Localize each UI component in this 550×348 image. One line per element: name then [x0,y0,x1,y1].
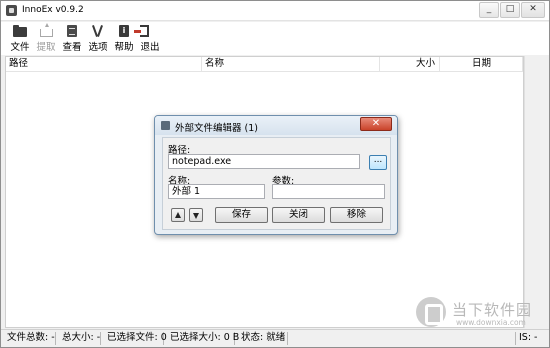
path-input[interactable]: notepad.exe [168,154,360,169]
browse-button[interactable]: ... [369,155,387,170]
window-title: InnoEx v0.9.2 [22,5,84,15]
toolbar-options-label: 选项 [88,42,108,53]
status-file-count: 文件总数: - [4,332,56,345]
status-is: IS: - [515,332,545,345]
params-input[interactable] [272,184,385,199]
exit-icon [134,25,149,37]
name-input[interactable]: 外部 1 [168,184,265,199]
dialog-body: 路径: notepad.exe ... 名称: 外部 1 参数: 保存 关闭 移… [162,137,391,230]
minimize-button[interactable]: _ [479,2,499,18]
options-icon [92,25,104,37]
status-state: 状态: 就绪 [238,332,288,345]
status-bar: 文件总数: - 总大小: - 已选择文件: 0 已选择大小: 0 B 状态: 就… [1,329,549,347]
dialog-title: 外部文件编辑器 (1) [175,123,258,134]
remove-button[interactable]: 移除 [330,207,383,223]
toolbar-file-button[interactable]: 文件 [7,25,33,53]
external-file-editor-dialog: 外部文件编辑器 (1) ✕ 路径: notepad.exe ... 名称: 外部… [154,115,398,235]
column-header-size[interactable]: 大小 [380,57,440,72]
toolbar-view-button[interactable]: 查看 [59,25,85,53]
vertical-scrollbar[interactable] [524,56,545,328]
status-selected-files: 已选择文件: 0 [104,332,167,345]
status-selected-size: 已选择大小: 0 B [167,332,239,345]
app-window: InnoEx v0.9.2 _ □ ✕ 文件 提取 查看 选项 i 帮助 退出 … [0,0,550,348]
column-header-path[interactable]: 路径 [6,57,202,72]
watermark-logo [416,297,446,327]
toolbar-options-button[interactable]: 选项 [85,25,111,53]
dialog-title-bar[interactable]: 外部文件编辑器 (1) ✕ [155,116,397,135]
column-header-date[interactable]: 日期 [440,57,523,72]
watermark-text: 当下软件园 [452,301,533,319]
toolbar-extract-label: 提取 [36,42,56,53]
toolbar-exit-button[interactable]: 退出 [134,25,163,53]
dialog-app-icon [161,121,170,130]
column-header-name[interactable]: 名称 [202,57,380,72]
extract-icon [39,23,53,37]
toolbar-exit-label: 退出 [140,42,160,53]
view-icon [67,25,77,37]
move-down-button[interactable] [189,208,203,222]
maximize-button[interactable]: □ [500,2,520,18]
list-header: 路径 名称 大小 日期 [6,57,523,72]
folder-icon [13,25,27,37]
save-button[interactable]: 保存 [215,207,268,223]
title-bar[interactable]: InnoEx v0.9.2 _ □ ✕ [1,1,549,21]
toolbar-extract-button[interactable]: 提取 [33,23,59,53]
status-total-size: 总大小: - [59,332,101,345]
toolbar-file-label: 文件 [10,42,30,53]
dialog-close-button[interactable]: ✕ [360,117,392,131]
toolbar-view-label: 查看 [62,42,82,53]
app-icon [6,5,17,16]
watermark-url: www.downxia.com [456,318,526,327]
toolbar: 文件 提取 查看 选项 i 帮助 退出 [1,22,549,55]
close-button[interactable]: ✕ [521,2,545,18]
toolbar-help-label: 帮助 [114,42,134,53]
dialog-close-action-button[interactable]: 关闭 [272,207,325,223]
move-up-button[interactable] [171,208,185,222]
help-icon: i [119,25,129,37]
window-controls: _ □ ✕ [478,2,545,18]
